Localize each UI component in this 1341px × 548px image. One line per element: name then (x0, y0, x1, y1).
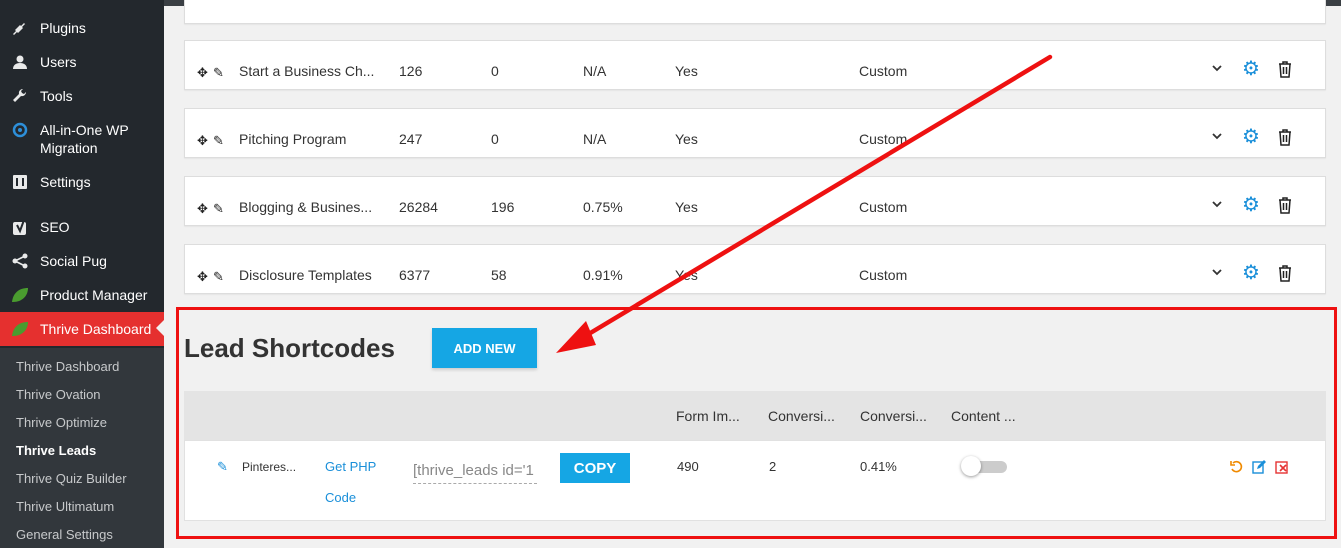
shortcode-name[interactable]: Pinteres... (242, 460, 296, 474)
form-conversion-rate: N/A (583, 131, 607, 147)
gear-icon[interactable]: ⚙ (1242, 127, 1260, 147)
sidebar-item-seo[interactable]: SEO (0, 218, 164, 237)
gear-icon[interactable]: ⚙ (1242, 195, 1260, 215)
migration-icon (0, 121, 40, 138)
form-conversions: 0 (491, 131, 499, 147)
wrench-icon (0, 87, 40, 104)
move-icon[interactable]: ✥ (197, 65, 208, 81)
form-type: Custom (859, 199, 908, 215)
admin-sidebar: Plugins Users Tools All-in-One WP Migrat… (0, 0, 164, 548)
form-ab-test: Yes (675, 199, 698, 215)
form-conversion-rate: 0.75% (583, 199, 623, 215)
get-php-code-link[interactable]: Get PHP (325, 459, 376, 474)
gear-icon[interactable]: ⚙ (1242, 263, 1260, 283)
form-ab-test: Yes (675, 63, 698, 79)
yoast-icon (0, 218, 40, 237)
plug-icon (0, 19, 40, 36)
form-type: Custom (859, 131, 908, 147)
settings-icon (0, 173, 40, 190)
chevron-down-icon[interactable] (1211, 265, 1223, 283)
sidebar-item-thrive-dashboard[interactable]: Thrive Dashboard (0, 312, 164, 346)
column-header[interactable]: Conversi... (768, 408, 835, 424)
pencil-icon[interactable]: ✎ (213, 201, 224, 217)
sidebar-item-settings[interactable]: Settings (0, 173, 164, 191)
copy-button[interactable]: COPY (560, 453, 630, 483)
column-header[interactable]: Conversi... (860, 408, 927, 424)
form-conversions: 0 (491, 63, 499, 79)
form-ab-test: Yes (675, 131, 698, 147)
chevron-down-icon[interactable] (1211, 129, 1223, 147)
sidebar-item-product-manager[interactable]: Product Manager (0, 286, 164, 304)
share-icon (0, 252, 40, 269)
gear-icon[interactable]: ⚙ (1242, 59, 1260, 79)
form-name[interactable]: Blogging & Busines... (239, 199, 372, 215)
toggle-knob (961, 456, 981, 476)
get-php-code-link-line2[interactable]: Code (325, 490, 356, 505)
submenu-thrive-dashboard[interactable]: Thrive Dashboard (16, 359, 119, 374)
section-title: Lead Shortcodes (184, 333, 395, 363)
form-impressions: 6377 (399, 267, 431, 283)
column-header[interactable]: Form Im... (676, 408, 740, 424)
form-impressions: 26284 (399, 199, 438, 215)
content-locking-toggle[interactable] (961, 456, 1007, 476)
form-row: ✥ ✎ Disclosure Templates 6377 58 0.91% Y… (184, 244, 1326, 294)
pencil-icon[interactable]: ✎ (213, 133, 224, 149)
shortcode-input[interactable] (413, 458, 537, 484)
add-new-button[interactable]: ADD NEW (432, 328, 537, 368)
trash-icon[interactable] (1277, 60, 1293, 83)
form-name[interactable]: Disclosure Templates (239, 267, 372, 283)
form-impressions: 126 (399, 63, 423, 79)
form-conversions: 58 (491, 267, 507, 283)
leaf-icon (0, 286, 40, 303)
submenu-thrive-ovation[interactable]: Thrive Ovation (16, 387, 101, 402)
form-type: Custom (859, 267, 908, 283)
shortcode-conversion-rate: 0.41% (860, 459, 897, 474)
sidebar-item-migration[interactable]: All-in-One WP Migration (0, 121, 164, 157)
form-conversions: 196 (491, 199, 515, 215)
submenu-thrive-quiz-builder[interactable]: Thrive Quiz Builder (16, 471, 127, 486)
form-name[interactable]: Start a Business Ch... (239, 63, 374, 79)
move-icon[interactable]: ✥ (197, 201, 208, 217)
submenu-general-settings[interactable]: General Settings (16, 527, 113, 542)
shortcode-impressions: 490 (677, 459, 699, 474)
shortcode-row: ✎ Pinteres... Get PHP Code COPY 490 2 0.… (184, 440, 1326, 521)
pencil-icon[interactable]: ✎ (217, 459, 228, 475)
form-conversion-rate: N/A (583, 63, 607, 79)
chevron-down-icon[interactable] (1211, 197, 1223, 215)
trash-icon[interactable] (1277, 196, 1293, 219)
chevron-down-icon[interactable] (1211, 61, 1223, 79)
move-icon[interactable]: ✥ (197, 269, 208, 285)
column-header[interactable]: Content ... (951, 408, 1016, 424)
sidebar-item-users[interactable]: Users (0, 53, 164, 71)
pencil-icon[interactable]: ✎ (213, 65, 224, 81)
thrive-submenu: Thrive Dashboard Thrive Ovation Thrive O… (0, 348, 164, 548)
user-icon (0, 53, 40, 70)
shortcodes-table-header: Form Im... Conversi... Conversi... Conte… (184, 391, 1326, 440)
submenu-thrive-leads[interactable]: Thrive Leads (16, 443, 96, 458)
sidebar-item-tools[interactable]: Tools (0, 87, 164, 105)
trash-icon[interactable] (1277, 264, 1293, 287)
delete-icon[interactable] (1275, 460, 1289, 477)
form-type: Custom (859, 63, 908, 79)
form-row-partial (184, 0, 1326, 24)
submenu-thrive-ultimatum[interactable]: Thrive Ultimatum (16, 499, 114, 514)
sidebar-item-social-pug[interactable]: Social Pug (0, 252, 164, 270)
reset-icon[interactable] (1230, 460, 1244, 477)
form-ab-test: Yes (675, 267, 698, 283)
move-icon[interactable]: ✥ (197, 133, 208, 149)
shortcode-conversions: 2 (769, 459, 777, 474)
form-impressions: 247 (399, 131, 423, 147)
sidebar-item-plugins[interactable]: Plugins (0, 19, 164, 37)
trash-icon[interactable] (1277, 128, 1293, 151)
form-name[interactable]: Pitching Program (239, 131, 346, 147)
form-row: ✥ ✎ Blogging & Busines... 26284 196 0.75… (184, 176, 1326, 226)
pencil-icon[interactable]: ✎ (213, 269, 224, 285)
form-row: ✥ ✎ Pitching Program 247 0 N/A Yes Custo… (184, 108, 1326, 158)
submenu-thrive-optimize[interactable]: Thrive Optimize (16, 415, 107, 430)
form-row: ✥ ✎ Start a Business Ch... 126 0 N/A Yes… (184, 40, 1326, 90)
form-conversion-rate: 0.91% (583, 267, 623, 283)
leaf-icon (0, 320, 40, 337)
edit-design-icon[interactable] (1252, 460, 1266, 477)
